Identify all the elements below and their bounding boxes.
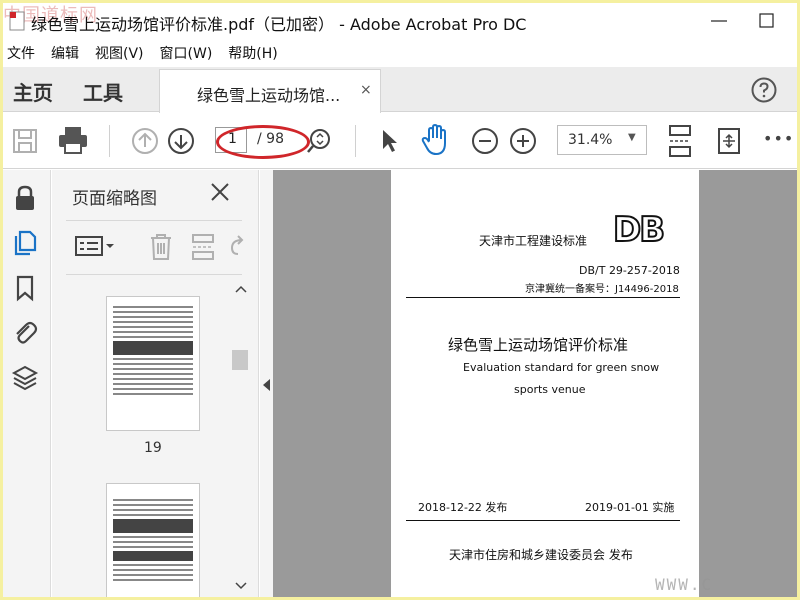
- zoom-in-icon[interactable]: [509, 127, 537, 155]
- menu-view[interactable]: 视图(V): [95, 43, 144, 63]
- menu-bar: 文件 编辑 视图(V) 窗口(W) 帮助(H): [3, 39, 797, 67]
- more-tools-icon[interactable]: •••: [763, 129, 794, 148]
- tab-tools[interactable]: 工具: [83, 77, 123, 106]
- doc-title-en-2: sports venue: [514, 383, 586, 396]
- chevron-down-icon: ▼: [628, 132, 636, 143]
- left-nav-rail: [3, 170, 51, 597]
- db-logo: DB: [612, 209, 666, 251]
- zoom-out-icon[interactable]: [471, 127, 499, 155]
- thumbnail-page[interactable]: [106, 483, 200, 597]
- pdf-page: 天津市工程建设标准 DB DB/T 29-257-2018 京津冀统一备案号：J…: [391, 170, 699, 597]
- menu-edit[interactable]: 编辑: [51, 43, 79, 63]
- thumbnails-panel: 页面缩略图 19: [52, 170, 259, 597]
- acrobat-window: 中国道标网 绿色雪上运动场馆评价标准.pdf（已加密） - Adobe Acro…: [3, 3, 797, 597]
- attachment-icon[interactable]: [11, 318, 39, 346]
- doc-title-cn: 绿色雪上运动场馆评价标准: [448, 336, 629, 354]
- print-icon[interactable]: [57, 125, 89, 155]
- doc-effective-date: 2019-01-01 实施: [585, 501, 675, 514]
- insert-page-icon[interactable]: [190, 232, 216, 262]
- tab-bar: 主页 工具 绿色雪上运动场馆... ×: [3, 67, 797, 113]
- page-stepper-icon[interactable]: [305, 127, 331, 155]
- save-icon[interactable]: [11, 127, 39, 155]
- doc-record-number: 京津冀统一备案号：J14496-2018: [525, 284, 679, 295]
- bookmark-icon[interactable]: [11, 274, 39, 302]
- thumbnails-panel-title: 页面缩略图: [72, 189, 157, 209]
- delete-page-icon[interactable]: [148, 232, 174, 262]
- tab-document[interactable]: 绿色雪上运动场馆... ×: [159, 69, 381, 113]
- doc-code: DB/T 29-257-2018: [579, 264, 680, 277]
- page-fit-icon[interactable]: [667, 123, 693, 159]
- toolbar-separator: [109, 125, 110, 157]
- tab-home[interactable]: 主页: [13, 77, 53, 106]
- document-viewport[interactable]: 天津市工程建设标准 DB DB/T 29-257-2018 京津冀统一备案号：J…: [273, 170, 797, 597]
- thumbnail-page[interactable]: [106, 296, 200, 431]
- title-bar: 中国道标网 绿色雪上运动场馆评价标准.pdf（已加密） - Adobe Acro…: [3, 3, 797, 39]
- panel-collapse-gutter: [260, 170, 273, 597]
- thumbnail-options-icon[interactable]: [74, 234, 116, 258]
- panel-divider: [66, 274, 242, 275]
- doc-issue-date: 2018-12-22 发布: [418, 501, 508, 514]
- maximize-icon[interactable]: [755, 9, 779, 33]
- menu-help[interactable]: 帮助(H): [228, 43, 277, 63]
- page-thumbnails-icon[interactable]: [11, 228, 39, 256]
- thumbnail-page-number: 19: [144, 440, 162, 456]
- minimize-icon[interactable]: [707, 9, 731, 33]
- menu-window[interactable]: 窗口(W): [160, 43, 213, 63]
- previous-page-icon[interactable]: [131, 127, 159, 155]
- zoom-level-select[interactable]: 31.4% ▼: [557, 125, 647, 155]
- thumbnail-preview: [107, 484, 199, 581]
- lock-icon[interactable]: [11, 184, 39, 212]
- doc-title-en-1: Evaluation standard for green snow: [463, 361, 660, 374]
- doc-issuer: 天津市工程建设标准: [479, 234, 588, 248]
- close-tab-icon[interactable]: ×: [360, 82, 372, 98]
- rotate-page-icon[interactable]: [230, 232, 244, 262]
- collapse-panel-icon[interactable]: [262, 378, 271, 392]
- doc-publisher: 天津市住房和城乡建设委员会 发布: [449, 548, 633, 562]
- scrollbar-thumb[interactable]: [232, 350, 248, 370]
- close-panel-icon[interactable]: [210, 182, 230, 202]
- zoom-level-value: 31.4%: [568, 132, 613, 148]
- thumbnails-scrollbar[interactable]: [232, 280, 250, 595]
- acrobat-app-icon: [9, 11, 25, 31]
- toolbar: 1 / 98 31.4% ▼ •••: [3, 113, 797, 169]
- next-page-icon[interactable]: [167, 127, 195, 155]
- highlight-oval: [216, 125, 310, 159]
- rotate-view-icon[interactable]: [715, 125, 743, 157]
- help-icon[interactable]: [751, 77, 777, 103]
- window-title: 绿色雪上运动场馆评价标准.pdf（已加密） - Adobe Acrobat Pr…: [31, 15, 527, 34]
- thumbnail-preview: [107, 297, 199, 395]
- page-rule: [406, 297, 680, 298]
- toolbar-separator: [355, 125, 356, 157]
- panel-divider: [66, 220, 242, 221]
- hand-tool-icon[interactable]: [421, 123, 451, 157]
- tab-document-label: 绿色雪上运动场馆...: [197, 86, 341, 105]
- layers-icon[interactable]: [11, 364, 39, 392]
- watermark-bottom: WWW.C: [655, 575, 714, 594]
- page-rule: [406, 520, 680, 521]
- select-pointer-icon[interactable]: [379, 127, 399, 155]
- menu-file[interactable]: 文件: [7, 43, 35, 63]
